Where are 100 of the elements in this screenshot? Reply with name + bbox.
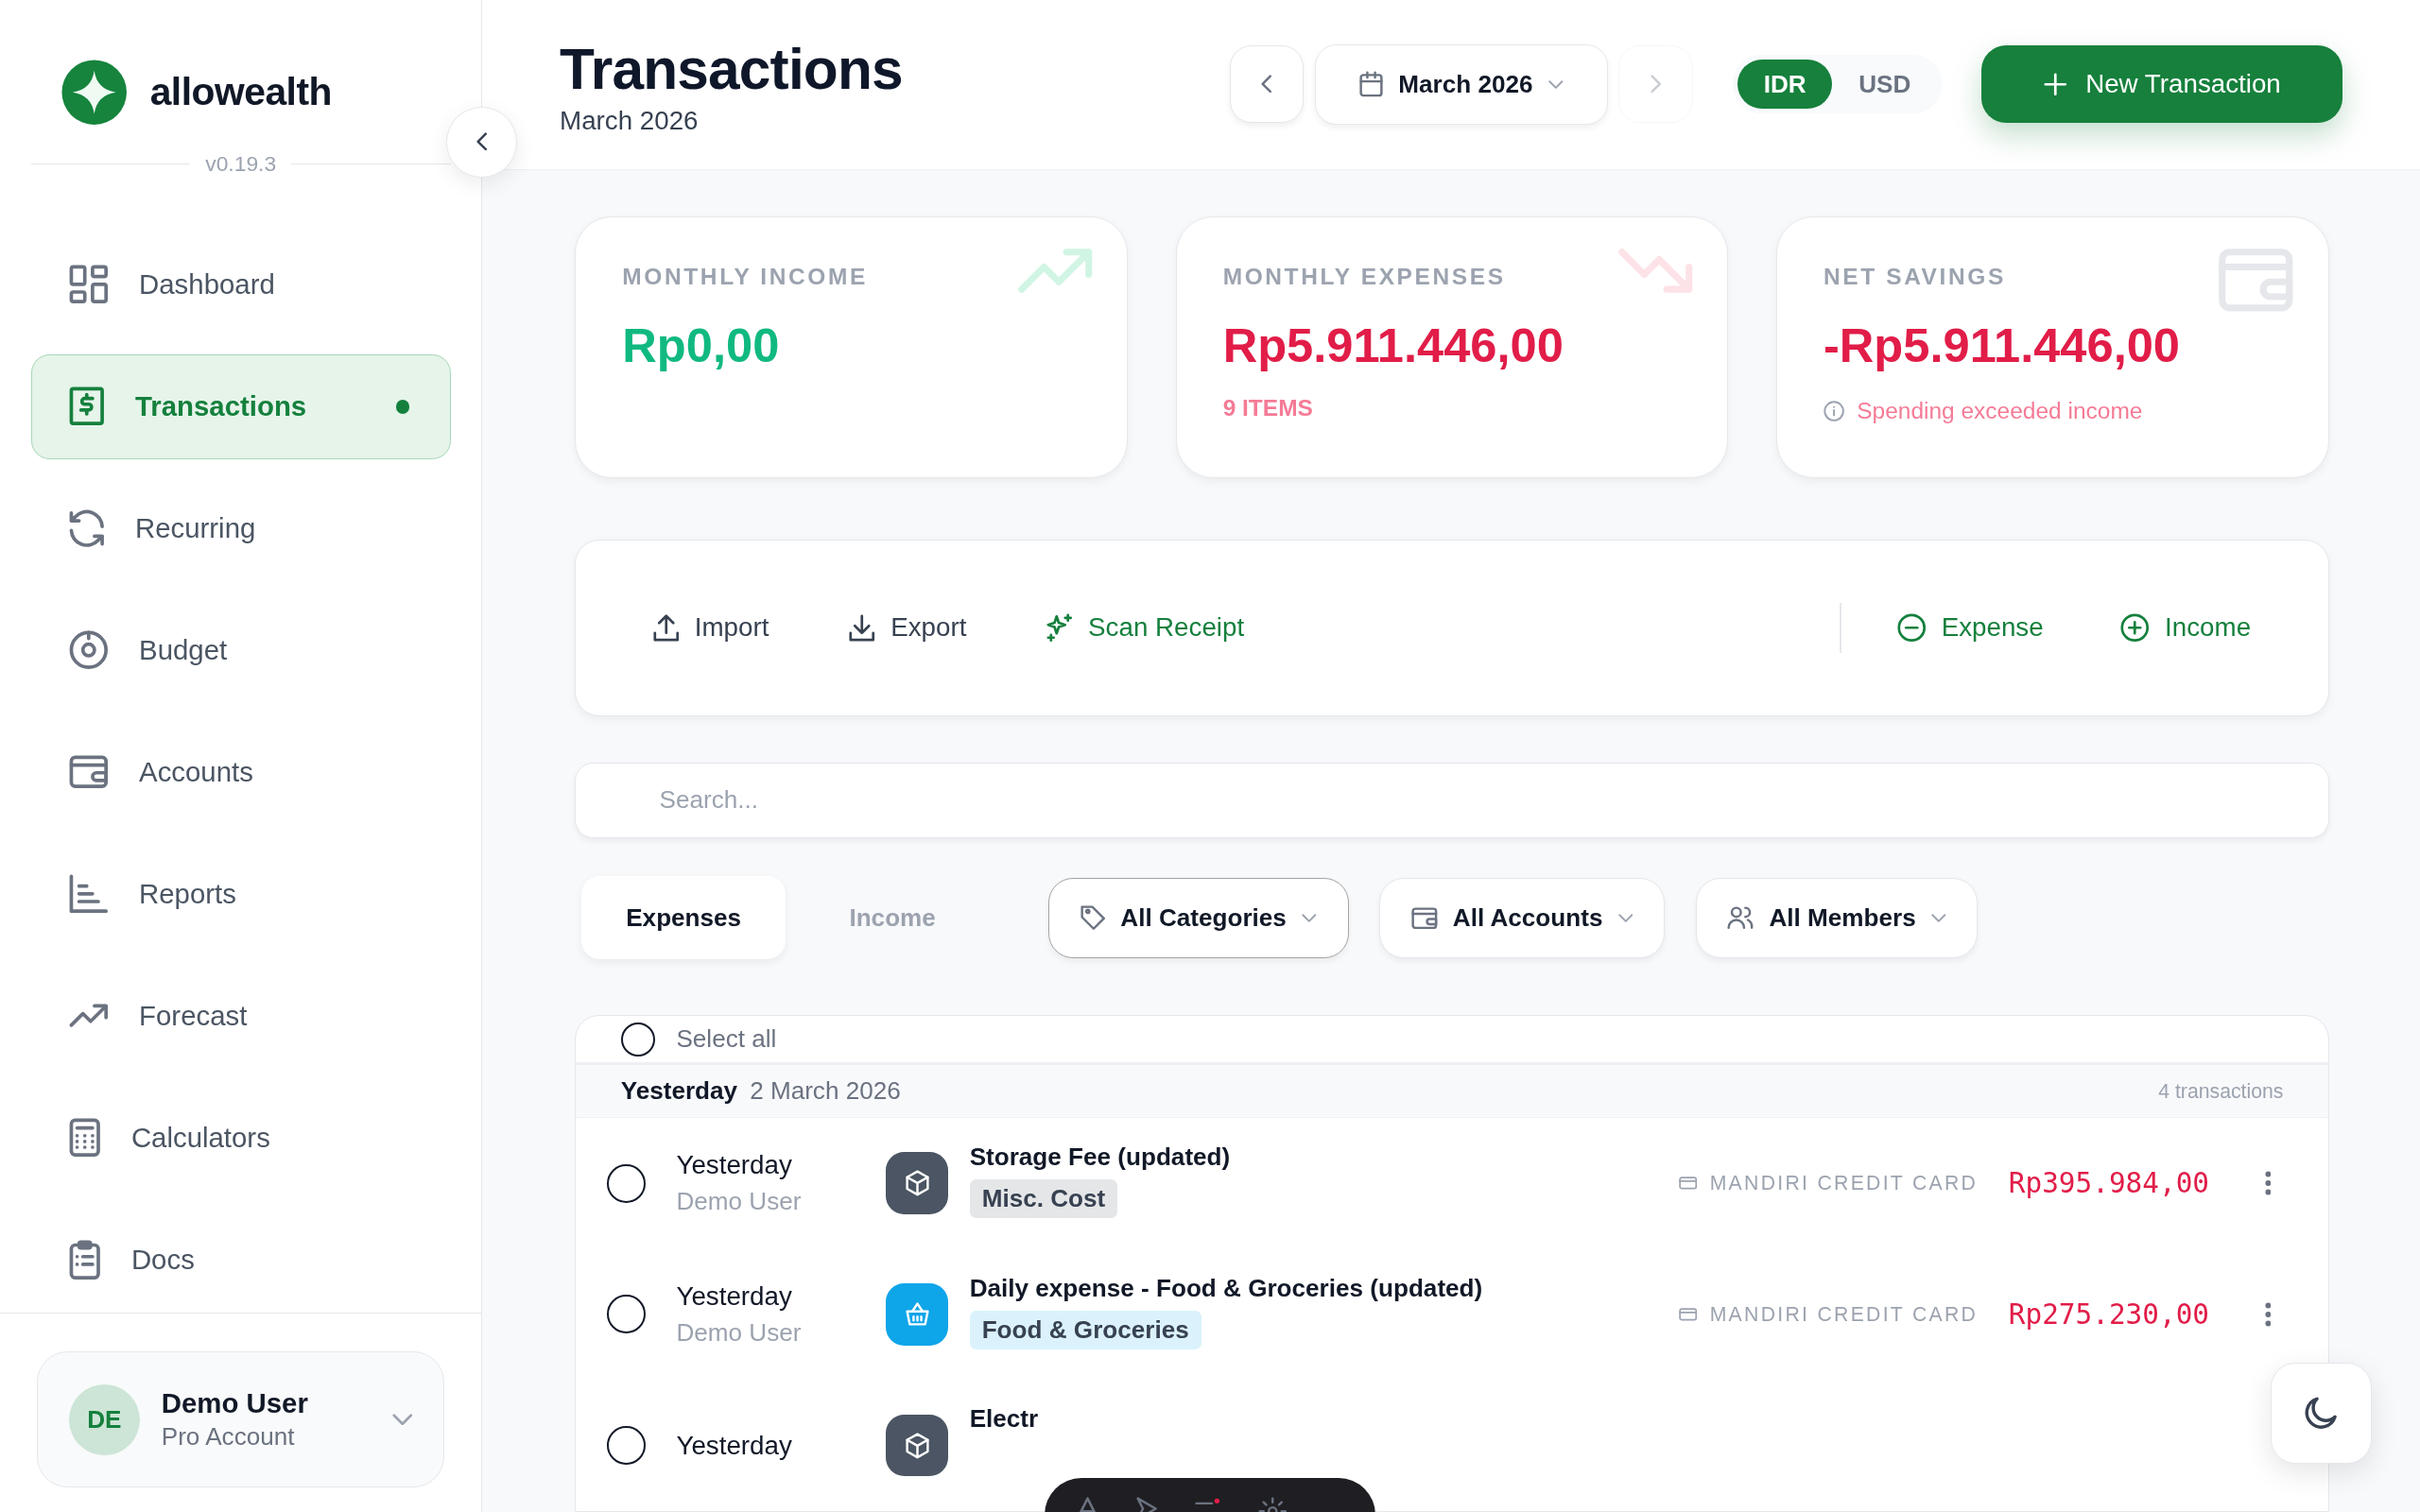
transaction-title: Storage Fee (updated) <box>969 1142 1231 1172</box>
action-button[interactable]: Expense <box>1896 612 2044 644</box>
card-label: NET SAVINGS <box>1823 263 2007 290</box>
currency-option[interactable]: IDR <box>1737 60 1833 110</box>
sidebar-item[interactable]: Recurring <box>30 475 451 581</box>
new-transaction-button[interactable]: New Transaction <box>1981 45 2343 124</box>
version-label: v0.19.3 <box>205 150 277 177</box>
filter-dropdown[interactable]: All Accounts <box>1379 877 1666 958</box>
trend-down-icon <box>1617 248 1694 295</box>
wallet-icon <box>68 755 109 789</box>
package-icon <box>905 1432 929 1459</box>
trend-up-icon <box>68 1004 109 1028</box>
app-name: allowealth <box>149 70 332 115</box>
sidebar-item[interactable]: Calculators <box>30 1085 451 1191</box>
chevron-down-icon <box>1617 913 1634 922</box>
active-dot <box>395 399 410 414</box>
account-name: MANDIRI CREDIT CARD <box>1709 1172 1979 1195</box>
row-checkbox[interactable] <box>607 1426 646 1466</box>
card-icon <box>1679 1177 1698 1190</box>
sidebar-item[interactable]: Accounts <box>30 719 451 825</box>
select-all-label: Select all <box>676 1024 777 1055</box>
action-button[interactable]: Income <box>2120 612 2252 644</box>
upload-icon <box>652 613 680 642</box>
filter-dropdown[interactable]: All Members <box>1695 877 1979 958</box>
refresh-icon <box>68 508 105 548</box>
sidebar-item[interactable]: Dashboard <box>30 232 451 337</box>
sparkles-icon <box>1046 613 1073 643</box>
transaction-amount: Rp275.230,00 <box>2008 1297 2211 1331</box>
sidebar-item[interactable]: Forecast <box>30 963 451 1069</box>
action-button[interactable]: Scan Receipt <box>1046 612 1245 644</box>
chevron-right-icon <box>1650 75 1662 94</box>
download-icon <box>849 613 875 642</box>
user-name: Demo User <box>161 1387 309 1419</box>
transaction-date: Yesterday <box>676 1150 793 1181</box>
category-tag: Misc. Cost <box>969 1179 1118 1218</box>
transaction-date: Yesterday <box>676 1430 793 1461</box>
type-tab[interactable]: Expenses <box>580 876 786 960</box>
more-vertical-icon <box>2264 1301 2272 1327</box>
card-label: MONTHLY INCOME <box>622 263 868 290</box>
sidebar-item[interactable]: Reports <box>30 841 451 947</box>
page-subtitle: March 2026 <box>560 105 700 136</box>
plus-icon <box>2044 73 2067 96</box>
sidebar-item[interactable]: Docs <box>30 1207 451 1313</box>
plus-circle-icon <box>2120 613 2150 643</box>
card-value: -Rp5.911.446,00 <box>1823 317 2180 373</box>
clipboard-icon <box>68 1239 101 1280</box>
transaction-user: Demo User <box>676 1317 803 1348</box>
target-icon <box>68 630 109 670</box>
group-day: Yesterday <box>620 1076 738 1106</box>
minus-dot-icon <box>1194 1496 1221 1505</box>
dollar-receipt-icon <box>68 387 105 426</box>
card-label: MONTHLY EXPENSES <box>1222 263 1507 290</box>
action-button[interactable]: Import <box>652 612 769 644</box>
sidebar-item[interactable]: Transactions <box>30 353 451 459</box>
grid-icon <box>68 265 109 305</box>
filter-dropdown[interactable]: All Categories <box>1048 877 1349 958</box>
card-note: Spending exceeded income <box>1857 398 2143 424</box>
minus-circle-icon <box>1896 613 1927 643</box>
card-note: 9 ITEMS <box>1222 394 1314 421</box>
info-icon <box>1823 400 1845 422</box>
theme-toggle-button[interactable] <box>2270 1362 2373 1465</box>
chevron-down-icon <box>1931 913 1946 922</box>
moon-icon <box>2305 1397 2338 1430</box>
category-tag: Food & Groceries <box>969 1310 1201 1349</box>
page-title: Transactions <box>560 36 904 103</box>
user-plan: Pro Account <box>161 1422 296 1452</box>
transaction-title: Electr <box>969 1404 1039 1435</box>
tag-icon <box>1080 905 1105 931</box>
users-icon <box>1727 906 1754 930</box>
row-checkbox[interactable] <box>607 1295 646 1334</box>
account-name: MANDIRI CREDIT CARD <box>1709 1302 1979 1326</box>
month-picker[interactable]: March 2026 <box>1314 43 1608 125</box>
calculator-icon <box>68 1118 101 1158</box>
transaction-amount: Rp395.984,00 <box>2008 1167 2211 1200</box>
pointer-icon <box>1136 1496 1158 1512</box>
chevron-down-icon <box>392 1413 413 1426</box>
row-checkbox[interactable] <box>607 1163 646 1203</box>
transaction-count: 4 transactions <box>2158 1079 2284 1103</box>
transaction-user: Demo User <box>676 1186 803 1216</box>
more-vertical-icon <box>2264 1171 2272 1195</box>
package-icon <box>905 1170 929 1196</box>
user-menu[interactable]: DE Demo User Pro Account <box>37 1351 445 1487</box>
select-all-checkbox[interactable] <box>620 1022 655 1057</box>
action-button[interactable]: Export <box>849 612 967 644</box>
chevron-down-icon <box>1302 913 1317 922</box>
search-field[interactable]: Search... <box>575 762 2329 838</box>
trend-up-icon <box>1016 248 1094 295</box>
transaction-date: Yesterday <box>676 1281 793 1313</box>
group-date: 2 March 2026 <box>750 1076 901 1106</box>
avatar: DE <box>68 1383 140 1455</box>
sidebar-item[interactable]: Budget <box>30 597 451 703</box>
transaction-title: Daily expense - Food & Groceries (updated) <box>969 1273 1483 1303</box>
currency-option[interactable]: USD <box>1832 60 1938 110</box>
card-value: Rp5.911.446,00 <box>1222 317 1564 373</box>
calendar-icon <box>1358 71 1383 98</box>
bar-chart-icon <box>68 874 109 914</box>
card-value: Rp0,00 <box>622 317 781 373</box>
chevron-left-icon <box>475 132 488 151</box>
chevron-down-icon <box>1547 79 1564 89</box>
card-icon <box>1679 1308 1698 1321</box>
